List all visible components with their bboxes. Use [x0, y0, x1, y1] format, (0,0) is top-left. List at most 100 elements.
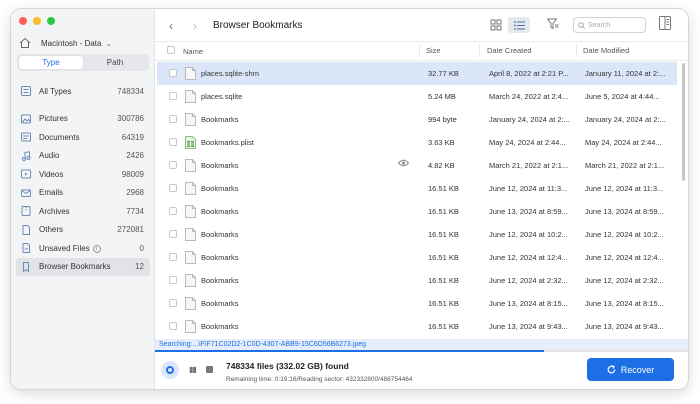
sidebar-item-count: 2968	[126, 188, 144, 198]
recover-icon	[607, 365, 616, 374]
table-row[interactable]: Bookmarks.plist 3.63 KB May 24, 2024 at 2:…	[157, 131, 677, 154]
file-name: Bookmarks	[201, 299, 239, 308]
documents-icon	[20, 132, 31, 143]
grid-view-icon[interactable]	[489, 18, 503, 32]
videos-icon	[20, 169, 31, 180]
date-modified: June 5, 2024 at 4:44...	[585, 92, 660, 101]
column-date-modified[interactable]: Date Modified	[576, 45, 672, 57]
file-name-cell: Bookmarks	[181, 297, 421, 310]
row-checkbox[interactable]	[169, 298, 177, 307]
file-size: 16.51 KB	[428, 299, 459, 308]
sidebar-item-count: 64319	[121, 132, 144, 142]
back-arrow-icon[interactable]: ‹	[169, 19, 173, 33]
close-window-button[interactable]	[19, 17, 27, 25]
date-created: June 12, 2024 at 11:3...	[489, 184, 568, 193]
file-name-cell: places.sqlite	[181, 90, 421, 103]
file-name-cell: Bookmarks	[181, 113, 421, 126]
archives-icon	[20, 206, 31, 217]
row-checkbox[interactable]	[169, 275, 177, 284]
row-checkbox[interactable]	[169, 206, 177, 215]
sidebar-item-label: Audio	[39, 151, 60, 161]
row-checkbox[interactable]	[169, 114, 177, 123]
minimize-window-button[interactable]	[33, 17, 41, 25]
row-checkbox[interactable]	[169, 68, 177, 77]
page-title: Browser Bookmarks	[213, 20, 303, 31]
date-modified: June 12, 2024 at 11:3...	[585, 184, 664, 193]
document-icon	[185, 159, 196, 172]
file-size: 4.82 KB	[428, 161, 455, 170]
file-name-cell: places.sqlite-shm	[181, 67, 421, 80]
sidebar-item-audio[interactable]: Audio 2426	[16, 147, 150, 166]
scrollbar[interactable]	[681, 63, 685, 328]
sidebar-item-emails[interactable]: Emails 2968	[16, 184, 150, 203]
column-date-created[interactable]: Date Created	[479, 45, 576, 57]
pause-icon[interactable]: ▮▮	[189, 365, 197, 374]
column-size[interactable]: Size	[419, 45, 479, 57]
file-name-cell: Bookmarks	[181, 274, 421, 287]
table-row[interactable]: Bookmarks 4.82 KB March 21, 2022 at 2:1...…	[157, 154, 677, 177]
sidebar-item-label: Browser Bookmarks	[39, 262, 111, 272]
sidebar-item-archives[interactable]: Archives 7734	[16, 202, 150, 221]
toolbar: ‹ › Browser Bookmarks	[155, 9, 688, 42]
filter-icon[interactable]	[547, 18, 559, 30]
row-checkbox-cell	[157, 160, 181, 171]
table-row[interactable]: Bookmarks 16.51 KB June 12, 2024 at 2:32..…	[157, 269, 677, 292]
scrollbar-thumb[interactable]	[682, 63, 685, 181]
sidebar-item-label: Archives	[39, 206, 70, 216]
file-name: Bookmarks	[201, 161, 239, 170]
window-controls	[19, 17, 55, 25]
table-row[interactable]: Bookmarks 16.51 KB June 13, 2024 at 9:43..…	[157, 315, 677, 338]
row-checkbox[interactable]	[169, 229, 177, 238]
list-view-button[interactable]	[508, 17, 530, 33]
search-box[interactable]	[573, 17, 646, 33]
select-all-checkbox[interactable]	[167, 46, 175, 54]
table-row[interactable]: places.sqlite-shm 32.77 KB April 8, 2022 a…	[157, 62, 677, 85]
sidebar-item-count: 748334	[117, 86, 144, 96]
preview-panel-icon[interactable]	[659, 16, 671, 30]
table-row[interactable]: Bookmarks 16.51 KB June 12, 2024 at 12:4..…	[157, 246, 677, 269]
table-row[interactable]: Bookmarks 16.51 KB June 12, 2024 at 10:2..…	[157, 223, 677, 246]
emails-icon	[20, 187, 31, 198]
row-checkbox[interactable]	[169, 183, 177, 192]
date-modified: June 12, 2024 at 12:4...	[585, 253, 664, 262]
sidebar-item-label: All Types	[39, 86, 72, 96]
tab-path[interactable]: Path	[83, 56, 147, 69]
file-size: 16.51 KB	[428, 207, 459, 216]
table-row[interactable]: Bookmarks 994 byte January 24, 2024 at 2:.…	[157, 108, 677, 131]
table-row[interactable]: places.sqlite 5.24 MB March 24, 2022 at 2:…	[157, 85, 677, 108]
file-size: 16.51 KB	[428, 322, 459, 331]
stop-icon[interactable]	[206, 366, 213, 373]
zoom-window-button[interactable]	[47, 17, 55, 25]
column-name[interactable]: Name	[179, 47, 419, 56]
row-checkbox[interactable]	[169, 137, 177, 146]
sidebar-item-count: 272081	[117, 225, 144, 235]
row-checkbox[interactable]	[169, 321, 177, 330]
sidebar-item-label: Pictures	[39, 114, 68, 124]
table-row[interactable]: Bookmarks 16.51 KB June 12, 2024 at 11:3..…	[157, 177, 677, 200]
eye-icon[interactable]	[398, 159, 409, 167]
document-icon	[185, 228, 196, 241]
info-icon[interactable]: i	[92, 244, 101, 253]
document-icon	[185, 205, 196, 218]
tab-type[interactable]: Type	[19, 56, 83, 69]
forward-arrow-icon[interactable]: ›	[193, 19, 197, 33]
table-row[interactable]: Bookmarks 16.51 KB June 13, 2024 at 8:59..…	[157, 200, 677, 223]
sidebar-item-browser-bookmarks[interactable]: Browser Bookmarks 12	[16, 257, 150, 276]
sidebar-item-others[interactable]: Others 272081	[16, 221, 150, 240]
date-created: March 21, 2022 at 2:1...	[489, 161, 569, 170]
recover-button[interactable]: Recover	[587, 358, 674, 381]
sidebar-item-videos[interactable]: Videos 98009	[16, 165, 150, 184]
drive-selector[interactable]: Macintosh - Data ⌄	[19, 37, 112, 49]
sidebar-item-count: 300786	[117, 114, 144, 124]
sidebar-item-all-types[interactable]: All Types 748334	[16, 82, 150, 101]
row-checkbox[interactable]	[169, 160, 177, 169]
row-checkbox[interactable]	[169, 91, 177, 100]
table-row[interactable]: Bookmarks 16.51 KB June 13, 2024 at 8:15..…	[157, 292, 677, 315]
file-table: places.sqlite-shm 32.77 KB April 8, 2022 a…	[157, 62, 677, 338]
sidebar-item-pictures[interactable]: Pictures 300786	[16, 110, 150, 129]
date-modified: June 12, 2024 at 2:32...	[585, 276, 664, 285]
row-checkbox[interactable]	[169, 252, 177, 261]
sidebar-item-unsaved-files[interactable]: Unsaved Files i 0	[16, 239, 150, 258]
sidebar-item-documents[interactable]: Documents 64319	[16, 128, 150, 147]
search-input[interactable]	[588, 21, 644, 29]
